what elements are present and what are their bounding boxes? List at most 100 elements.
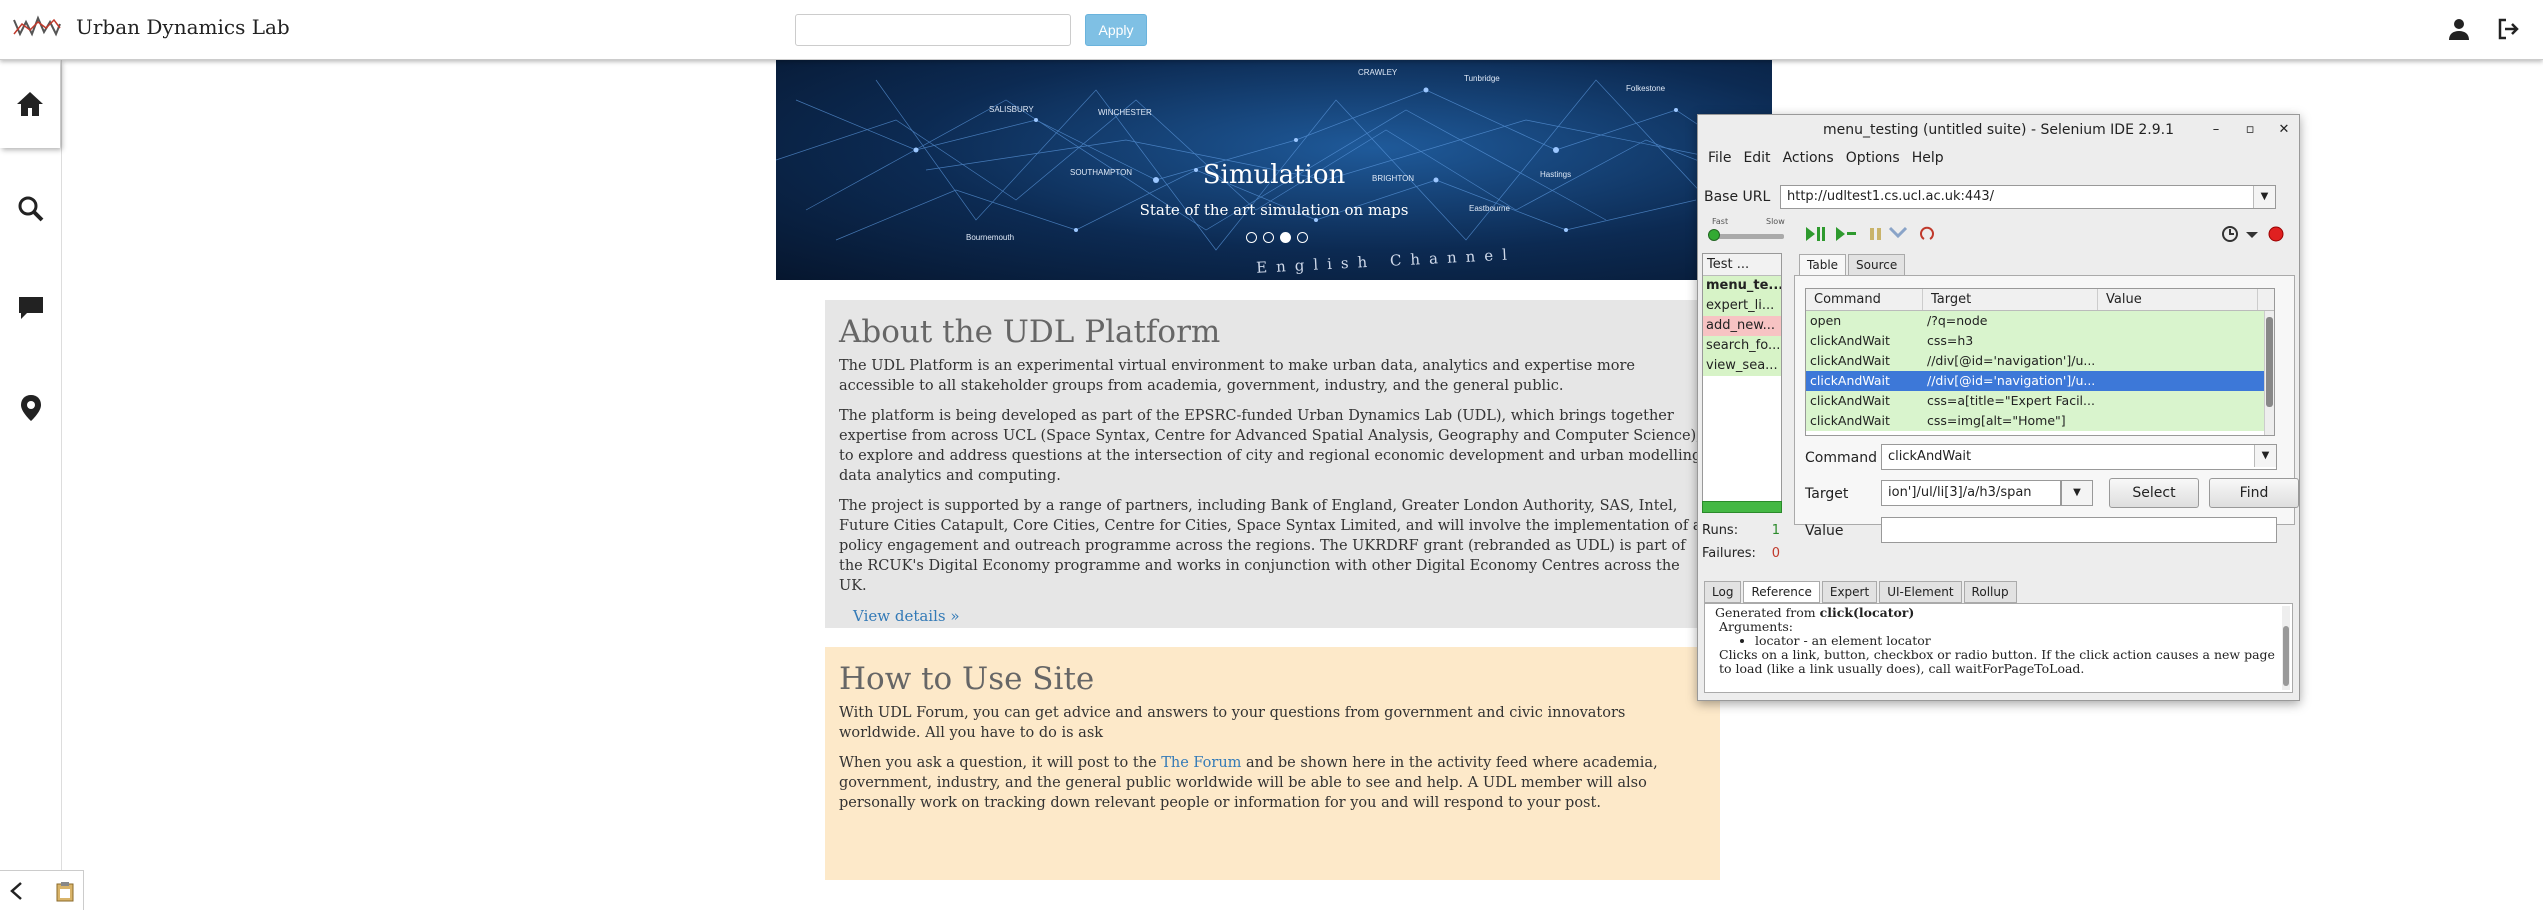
record-icon[interactable]: [2264, 224, 2288, 244]
forum-link[interactable]: The Forum: [1161, 755, 1241, 771]
hero-carousel[interactable]: CRAWLEY Tunbridge SALISBURY WINCHESTER F…: [776, 60, 1772, 280]
clipboard-icon[interactable]: [54, 880, 76, 902]
cell-target: css=a[title="Expert Facil...: [1927, 393, 2095, 408]
chevron-down-icon[interactable]: ▼: [2253, 186, 2275, 208]
about-paragraph: The UDL Platform is an experimental virt…: [839, 358, 1635, 394]
tab-table[interactable]: Table: [1799, 254, 1847, 276]
table-row-selected[interactable]: clickAndWait //div[@id='navigation']/u..…: [1806, 371, 2274, 391]
maximize-button[interactable]: ▫: [2241, 121, 2259, 139]
table-row[interactable]: clickAndWait //div[@id='navigation']/u..…: [1806, 351, 2274, 371]
test-case-item[interactable]: menu_te...: [1703, 276, 1781, 296]
reference-scrollbar[interactable]: [2282, 606, 2290, 690]
play-test-icon[interactable]: [1834, 224, 1858, 244]
carousel-dot[interactable]: [1297, 232, 1308, 243]
play-suite-icon[interactable]: [1804, 224, 1828, 244]
reference-panel: Generated from click(locator) Arguments:…: [1704, 603, 2293, 693]
chevron-down-icon[interactable]: ▼: [2061, 480, 2093, 506]
brand[interactable]: Urban Dynamics Lab: [12, 14, 290, 40]
chat-icon[interactable]: [16, 293, 46, 323]
scrollbar-thumb[interactable]: [2283, 626, 2289, 686]
about-section: About the UDL Platform The UDL Platform …: [825, 300, 1720, 628]
column-header[interactable]: Command: [1806, 289, 1923, 310]
logout-icon[interactable]: [2496, 16, 2522, 42]
base-url-value: http://udltest1.cs.ucl.ac.uk:443/: [1787, 189, 1995, 204]
tab-rollup[interactable]: Rollup: [1963, 581, 2017, 603]
test-case-item[interactable]: search_fo...: [1703, 336, 1781, 356]
tab-ui-element[interactable]: UI-Element: [1879, 581, 1962, 603]
toolbar: Fast Slow: [1704, 215, 2294, 249]
cell-value: [2098, 391, 2258, 411]
map-label: Folkestone: [1626, 84, 1666, 93]
map-marker-icon[interactable]: [16, 393, 46, 423]
table-row[interactable]: clickAndWait css=a[title="Expert Facil..…: [1806, 391, 2274, 411]
carousel-dot-active[interactable]: [1280, 232, 1291, 243]
sidebar-item-home[interactable]: [0, 60, 60, 148]
cell-value: [2098, 351, 2258, 371]
table-row[interactable]: clickAndWait css=h3: [1806, 331, 2274, 351]
map-label: WINCHESTER: [1098, 108, 1152, 117]
base-url-label: Base URL: [1704, 189, 1771, 205]
apply-button[interactable]: Apply: [1085, 14, 1147, 46]
target-label: Target: [1805, 486, 1849, 502]
map-label: Bournemouth: [966, 233, 1015, 242]
failures-value: 0: [1771, 546, 1780, 561]
test-case-item[interactable]: add_new...: [1703, 316, 1781, 336]
cell-target: //div[@id='navigation']/u...: [1927, 353, 2096, 368]
search-icon[interactable]: [16, 194, 46, 224]
failures-row: Failures: 0: [1702, 546, 1782, 561]
ref-arguments-label: Arguments:: [1719, 619, 1794, 634]
speed-slider-handle[interactable]: [1708, 229, 1720, 241]
howto-heading: How to Use Site: [839, 661, 1095, 697]
value-field[interactable]: [1881, 517, 2277, 543]
base-url-input[interactable]: http://udltest1.cs.ucl.ac.uk:443/ ▼: [1780, 185, 2276, 209]
chevron-down-icon[interactable]: [2240, 224, 2264, 244]
target-field[interactable]: ion']/ul/li[3]/a/h3/span: [1881, 480, 2061, 506]
close-button[interactable]: ✕: [2275, 121, 2293, 139]
cell-command: clickAndWait: [1810, 333, 1890, 348]
minimize-button[interactable]: –: [2207, 121, 2225, 139]
menu-actions[interactable]: Actions: [1777, 150, 1840, 166]
reference-tabs: Log Reference Expert UI-Element Rollup: [1704, 581, 2019, 603]
column-header[interactable]: Value: [2098, 289, 2258, 310]
how-to-use-section: How to Use Site With UDL Forum, you can …: [825, 647, 1720, 880]
menu-help[interactable]: Help: [1906, 150, 1950, 166]
carousel-dot[interactable]: [1263, 232, 1274, 243]
user-icon[interactable]: [2446, 16, 2472, 42]
menu-bar: File Edit Actions Options Help: [1698, 145, 2299, 171]
menu-edit[interactable]: Edit: [1737, 150, 1776, 166]
command-field[interactable]: clickAndWait ▼: [1881, 444, 2277, 470]
tab-expert[interactable]: Expert: [1821, 581, 1878, 603]
column-header[interactable]: Target: [1923, 289, 2098, 310]
find-button[interactable]: Find: [2209, 478, 2299, 508]
speed-fast-label: Fast: [1712, 217, 1729, 226]
chevron-down-icon[interactable]: ▼: [2254, 445, 2276, 467]
menu-file[interactable]: File: [1702, 150, 1737, 166]
table-scrollbar[interactable]: [2264, 311, 2274, 435]
value-label: Value: [1805, 523, 1844, 539]
table-row[interactable]: open /?q=node: [1806, 311, 2274, 331]
tab-source[interactable]: Source: [1848, 254, 1906, 276]
rollup-icon[interactable]: [1918, 224, 1942, 244]
carousel-dot[interactable]: [1246, 232, 1257, 243]
chevron-left-icon[interactable]: [8, 881, 26, 901]
test-case-item[interactable]: view_sea...: [1703, 356, 1781, 376]
speed-slider[interactable]: [1710, 234, 1784, 239]
menu-options[interactable]: Options: [1840, 150, 1906, 166]
test-case-item[interactable]: expert_li...: [1703, 296, 1781, 316]
scrollbar-thumb[interactable]: [2266, 317, 2273, 407]
search-input[interactable]: [795, 14, 1071, 46]
bottom-toolbar: [0, 870, 84, 910]
select-button[interactable]: Select: [2109, 478, 2199, 508]
tab-log[interactable]: Log: [1704, 581, 1742, 603]
tab-reference[interactable]: Reference: [1743, 581, 1820, 603]
text: When you ask a question, it will post to…: [839, 755, 1162, 771]
pause-icon[interactable]: [1864, 224, 1888, 244]
table-row[interactable]: clickAndWait css=img[alt="Home"]: [1806, 411, 2274, 431]
test-case-header: Test ...: [1703, 254, 1781, 276]
carousel-indicators: [1246, 232, 1308, 243]
step-icon[interactable]: [1886, 224, 1910, 244]
table-header: Command Target Value: [1806, 289, 2274, 311]
view-details-link[interactable]: View details »: [853, 607, 960, 625]
left-sidebar: [0, 60, 62, 910]
map-label: SALISBURY: [989, 105, 1034, 114]
